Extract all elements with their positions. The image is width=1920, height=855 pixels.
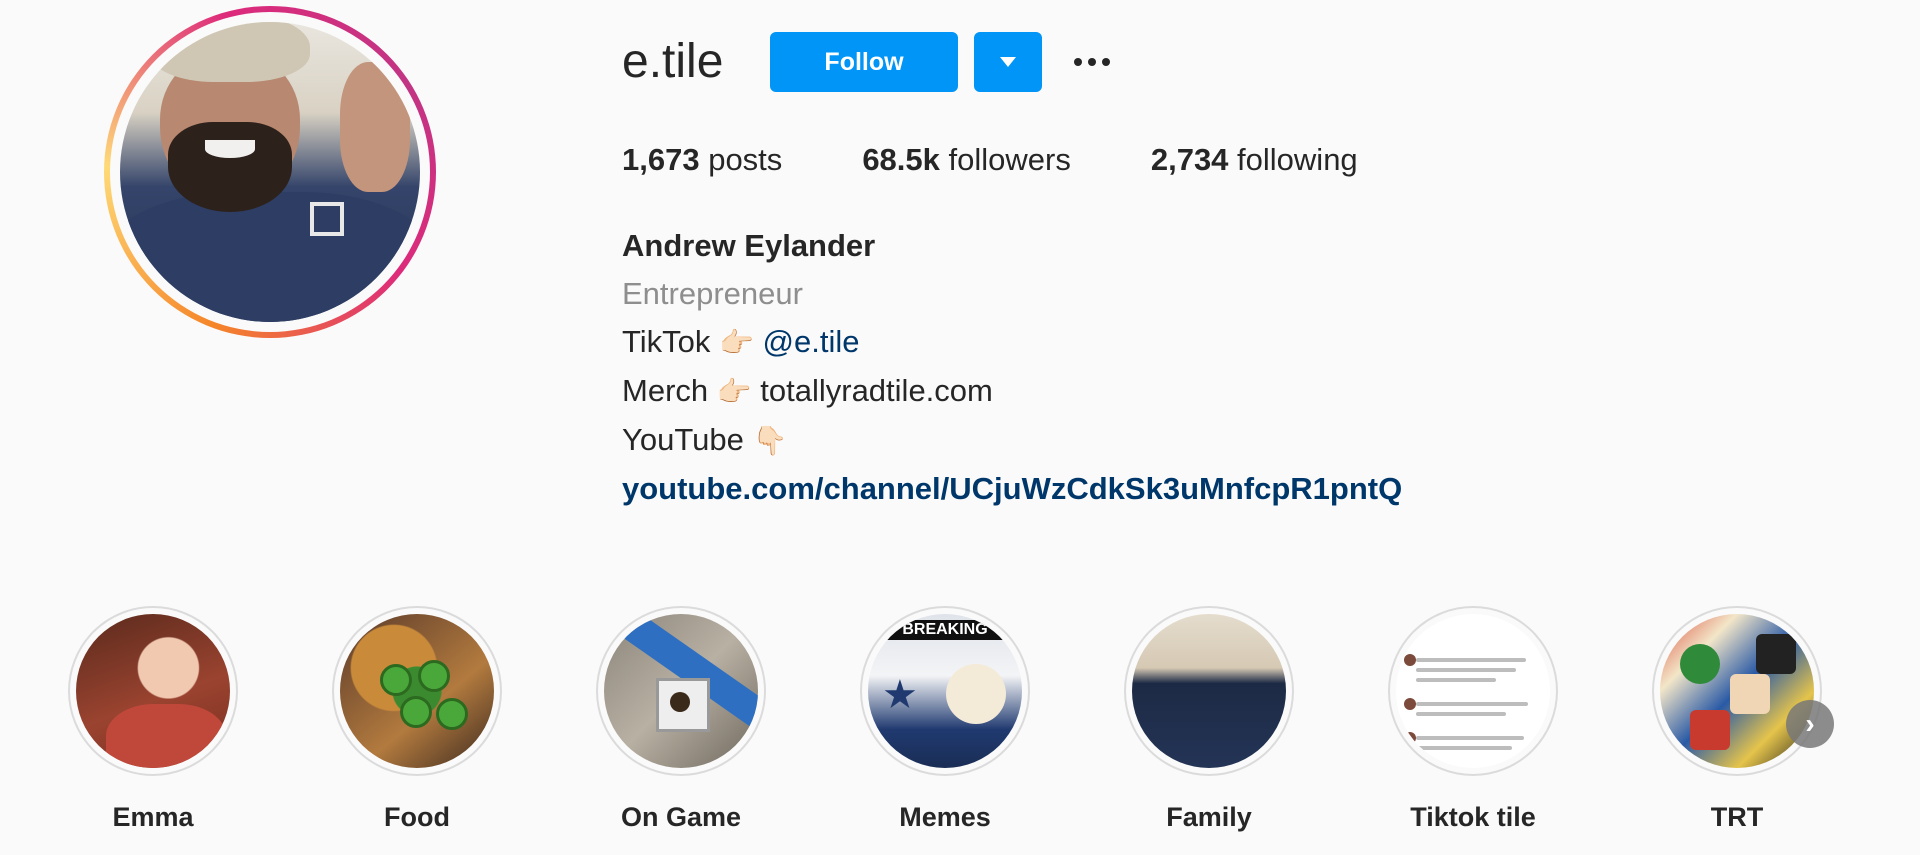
avatar-hoodie <box>120 192 420 322</box>
more-options-button[interactable] <box>1068 46 1116 78</box>
more-options-icon-dot <box>1102 58 1110 66</box>
profile-bio: Andrew Eylander Entrepreneur TikTok 👉🏻 @… <box>622 222 1402 513</box>
avatar-gap <box>110 12 430 332</box>
highlight-thumbnail <box>1132 614 1286 768</box>
stat-followers[interactable]: 68.5k followers <box>862 140 1071 180</box>
highlight-food[interactable]: Food <box>332 606 502 833</box>
more-options-icon-dot <box>1088 58 1096 66</box>
thumbnail-comment-line <box>1416 736 1524 740</box>
profile-category: Entrepreneur <box>622 276 803 311</box>
highlight-label: Tiktok tile <box>1410 802 1536 832</box>
highlight-label: Food <box>384 802 450 832</box>
highlight-label: On Game <box>620 802 742 832</box>
story-highlights-tray: Emma Food On Game BREAKING ★ Memes Famil… <box>68 606 1828 846</box>
bio-merch-site: totallyradtile.com <box>760 373 993 408</box>
thumbnail-comment-line <box>1416 702 1528 706</box>
profile-page: e.tile Follow 1,673 posts 68.5k follower… <box>0 0 1920 855</box>
thumbnail-jalapeno <box>418 660 450 692</box>
highlight-label: Family <box>1166 802 1252 832</box>
highlight-ring <box>1388 606 1558 776</box>
highlight-label: Memes <box>899 802 991 832</box>
thumbnail-sticker <box>1730 674 1770 714</box>
thumbnail-sticker <box>1756 634 1796 674</box>
stat-following-value: 2,734 <box>1150 142 1229 177</box>
pointing-down-icon: 👇🏻 <box>752 425 788 456</box>
stat-followers-value: 68.5k <box>862 142 940 177</box>
stat-posts-label: posts <box>708 142 783 177</box>
stat-following[interactable]: 2,734 following <box>1151 140 1358 180</box>
bio-line-tiktok: TikTok 👉🏻 @e.tile <box>622 318 1402 367</box>
thumbnail-comment-avatar <box>1404 698 1416 710</box>
bio-merch-prefix: Merch <box>622 373 709 408</box>
thumbnail-breaking-banner: BREAKING <box>868 620 1022 640</box>
stat-posts-value: 1,673 <box>622 142 700 177</box>
profile-avatar-story-ring[interactable] <box>104 6 436 338</box>
highlight-thumbnail <box>604 614 758 768</box>
pointing-right-icon: 👉🏻 <box>716 376 752 407</box>
avatar-smile <box>205 140 255 158</box>
bio-youtube-prefix: YouTube <box>622 422 744 457</box>
stat-posts: 1,673 posts <box>622 140 782 180</box>
highlight-label: TRT <box>1710 802 1764 832</box>
thumbnail-jalapeno <box>436 698 468 730</box>
avatar-cap <box>150 22 310 82</box>
bio-tiktok-prefix: TikTok <box>622 324 711 359</box>
avatar-pendant <box>310 202 344 236</box>
highlight-ring <box>68 606 238 776</box>
highlight-ring: BREAKING ★ <box>860 606 1030 776</box>
highlight-on-game[interactable]: On Game <box>596 606 766 833</box>
thumbnail-drain-hole <box>670 692 690 712</box>
thumbnail-sticker <box>1680 644 1720 684</box>
highlight-ring <box>1652 606 1822 776</box>
chevron-down-icon <box>1000 57 1016 67</box>
highlight-thumbnail <box>76 614 230 768</box>
profile-stats: 1,673 posts 68.5k followers 2,734 follow… <box>622 140 1438 180</box>
avatar-beard <box>168 122 292 212</box>
thumbnail-person <box>946 664 1006 724</box>
thumbnail-comment-avatar <box>1404 654 1416 666</box>
thumbnail-sticker <box>1690 710 1730 750</box>
thumbnail-comment-line <box>1416 668 1516 672</box>
thumbnail-comment-line <box>1416 746 1512 750</box>
thumbnail-dress <box>106 704 226 768</box>
profile-external-link[interactable]: youtube.com/channel/UCjuWzCdkSk3uMnfcpR1… <box>622 465 1402 513</box>
highlight-ring <box>332 606 502 776</box>
thumbnail-jalapeno <box>380 664 412 696</box>
highlight-ring <box>1124 606 1294 776</box>
highlight-label: Emma <box>112 802 194 832</box>
profile-username: e.tile <box>622 35 724 88</box>
pointing-right-icon: 👉🏻 <box>719 327 754 358</box>
highlight-thumbnail <box>340 614 494 768</box>
chevron-right-icon[interactable]: › <box>1786 700 1834 748</box>
profile-full-name: Andrew Eylander <box>622 228 876 263</box>
highlight-thumbnail: BREAKING ★ <box>868 614 1022 768</box>
profile-avatar <box>120 22 420 322</box>
stat-followers-label: followers <box>948 142 1071 177</box>
suggested-dropdown-button[interactable] <box>974 32 1042 92</box>
highlight-family[interactable]: Family <box>1124 606 1294 833</box>
star-icon: ★ <box>882 673 918 717</box>
thumbnail-comment-line <box>1416 678 1496 682</box>
thumbnail-comment-line <box>1416 658 1526 662</box>
highlight-tiktok-tile[interactable]: Tiktok tile <box>1388 606 1558 833</box>
highlight-memes[interactable]: BREAKING ★ Memes <box>860 606 1030 833</box>
follow-button[interactable]: Follow <box>770 32 958 92</box>
bio-line-merch: Merch 👉🏻 totallyradtile.com <box>622 367 1402 416</box>
thumbnail-jalapeno <box>400 696 432 728</box>
thumbnail-comment-line <box>1416 712 1506 716</box>
highlight-ring <box>596 606 766 776</box>
highlight-thumbnail <box>1660 614 1814 768</box>
highlight-emma[interactable]: Emma <box>68 606 238 833</box>
bio-line-youtube: YouTube 👇🏻 <box>622 416 1402 465</box>
thumbnail-comment-avatar <box>1404 732 1416 744</box>
more-options-icon-dot <box>1074 58 1082 66</box>
avatar-hand <box>340 62 410 192</box>
stat-following-label: following <box>1237 142 1358 177</box>
bio-tiktok-mention-link[interactable]: @e.tile <box>763 324 860 359</box>
highlight-thumbnail <box>1396 614 1550 768</box>
